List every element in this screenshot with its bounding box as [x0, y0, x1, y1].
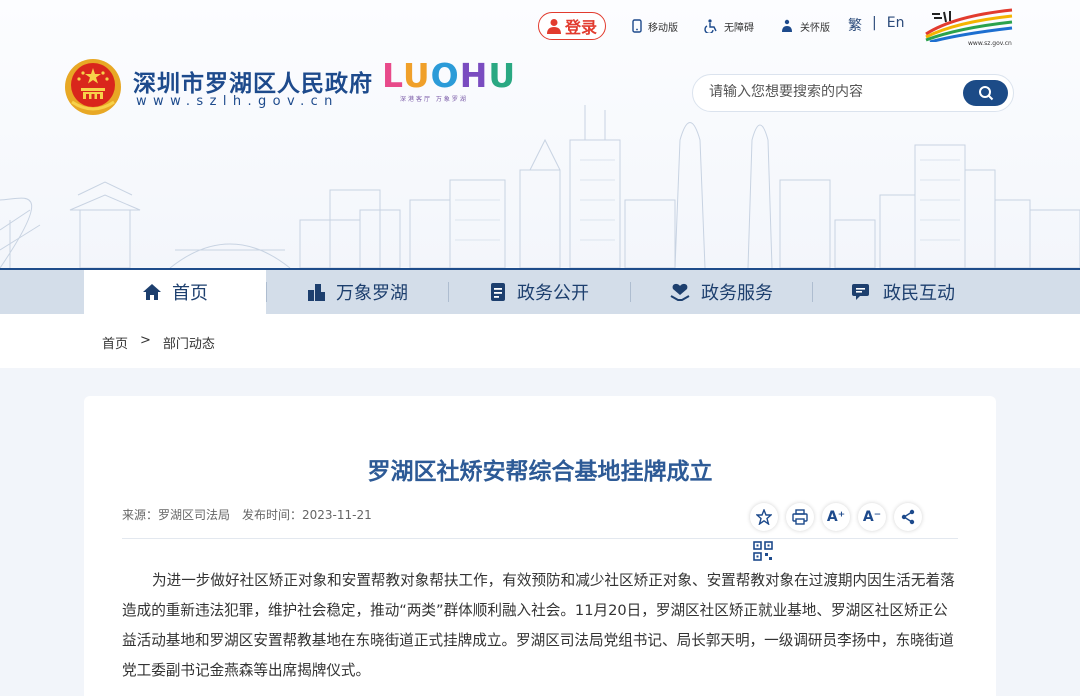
nav-item-wanxiang-luohu[interactable]: 万象罗湖 [266, 270, 448, 314]
article-card: 罗湖区社矫安帮综合基地挂牌成立 来源：罗湖区司法局 发布时间：2023-11-2… [84, 396, 996, 696]
header: 登录 移动版 无障碍 关怀版 繁 | En www.sz.gov.cn 深圳市罗… [0, 0, 1080, 268]
article-date: 发布时间：2023-11-21 [242, 508, 372, 522]
shenzhen-china-logo[interactable]: www.sz.gov.cn [924, 8, 1014, 50]
care-icon [782, 19, 793, 32]
article-source: 来源：罗湖区司法局 [122, 508, 231, 522]
lang-separator: | [872, 15, 877, 31]
favorite-button[interactable] [750, 503, 778, 531]
nav-item-gov-affairs-open[interactable]: 政务公开 [448, 270, 630, 314]
print-button[interactable] [786, 503, 814, 531]
font-decrease-icon: A⁻ [862, 509, 882, 525]
accessibility-icon [704, 19, 717, 33]
brand-word: LUOHU [382, 56, 517, 95]
nav-label-wanxiang: 万象罗湖 [336, 283, 408, 304]
care-version-link[interactable]: 关怀版 [780, 19, 830, 34]
nav-item-interaction[interactable]: 政民互动 [812, 270, 994, 314]
lang-traditional[interactable]: 繁 [848, 15, 862, 35]
login-label: 登录 [565, 18, 598, 37]
nav-label-home: 首页 [172, 283, 208, 304]
nav-label-gov-open: 政务公开 [517, 283, 589, 304]
language-switch: 繁 | En [848, 15, 904, 35]
meta-divider [122, 538, 958, 539]
search-icon [978, 86, 993, 101]
national-emblem-icon [65, 59, 121, 115]
mobile-version-label: 移动版 [648, 22, 679, 34]
breadcrumb-separator: > [140, 333, 151, 348]
care-version-label: 关怀版 [800, 22, 831, 34]
font-increase-icon: A⁺ [826, 509, 846, 525]
accessibility-link[interactable]: 无障碍 [704, 19, 754, 34]
city-skyline-illustration [0, 105, 1080, 268]
nav-label-gov-services: 政务服务 [701, 283, 773, 304]
breadcrumb: 首页 > 部门动态 [102, 333, 215, 352]
article-title: 罗湖区社矫安帮综合基地挂牌成立 [367, 459, 713, 485]
search-button[interactable] [963, 80, 1008, 106]
article-body: 为进一步做好社区矫正对象和安置帮教对象帮扶工作，有效预防和减少社区矫正对象、安置… [122, 572, 955, 679]
nav-label-interaction: 政民互动 [883, 283, 955, 304]
home-icon [143, 284, 161, 300]
breadcrumb-bar: 首页 > 部门动态 [0, 314, 1080, 368]
user-icon [547, 19, 561, 34]
main-nav: 首页 万象罗湖 政务公开 政务服务 政民互动 [0, 268, 1080, 314]
shenzhen-logo-icon [925, 8, 1013, 44]
share-icon [901, 509, 915, 525]
top-utility-bar: 登录 移动版 无障碍 关怀版 [538, 12, 830, 40]
nav-item-home[interactable]: 首页 [84, 270, 266, 314]
brand-slogan: 深港客厅 万象罗湖 [400, 96, 468, 103]
login-button[interactable]: 登录 [538, 12, 607, 40]
document-icon [491, 283, 505, 301]
nav-item-gov-services[interactable]: 政务服务 [630, 270, 812, 314]
accessibility-label: 无障碍 [724, 22, 755, 34]
star-icon [756, 509, 772, 525]
breadcrumb-current[interactable]: 部门动态 [163, 333, 215, 352]
shenzhen-logo-url: www.sz.gov.cn [968, 40, 1012, 47]
service-icon [670, 283, 690, 301]
buildings-icon [308, 284, 325, 301]
mobile-version-link[interactable]: 移动版 [632, 19, 678, 34]
chat-icon [852, 284, 869, 300]
site-url: www.szlh.gov.cn [136, 94, 339, 109]
share-button[interactable] [894, 503, 922, 531]
print-icon [792, 509, 808, 525]
site-name[interactable]: 深圳市罗湖区人民政府 [133, 64, 373, 98]
article-meta: 来源：罗湖区司法局 发布时间：2023-11-21 [122, 506, 372, 523]
mobile-icon [632, 19, 642, 33]
breadcrumb-home[interactable]: 首页 [102, 333, 128, 352]
lang-english[interactable]: En [887, 15, 905, 35]
luohu-brand-logo: LUOHU 深港客厅 万象罗湖 [382, 56, 517, 110]
font-decrease-button[interactable]: A⁻ [858, 503, 886, 531]
qr-code-icon[interactable] [752, 540, 774, 562]
article-tools: A⁺ A⁻ [750, 503, 922, 531]
search-box [692, 74, 1014, 112]
font-increase-button[interactable]: A⁺ [822, 503, 850, 531]
search-input[interactable] [709, 84, 949, 100]
